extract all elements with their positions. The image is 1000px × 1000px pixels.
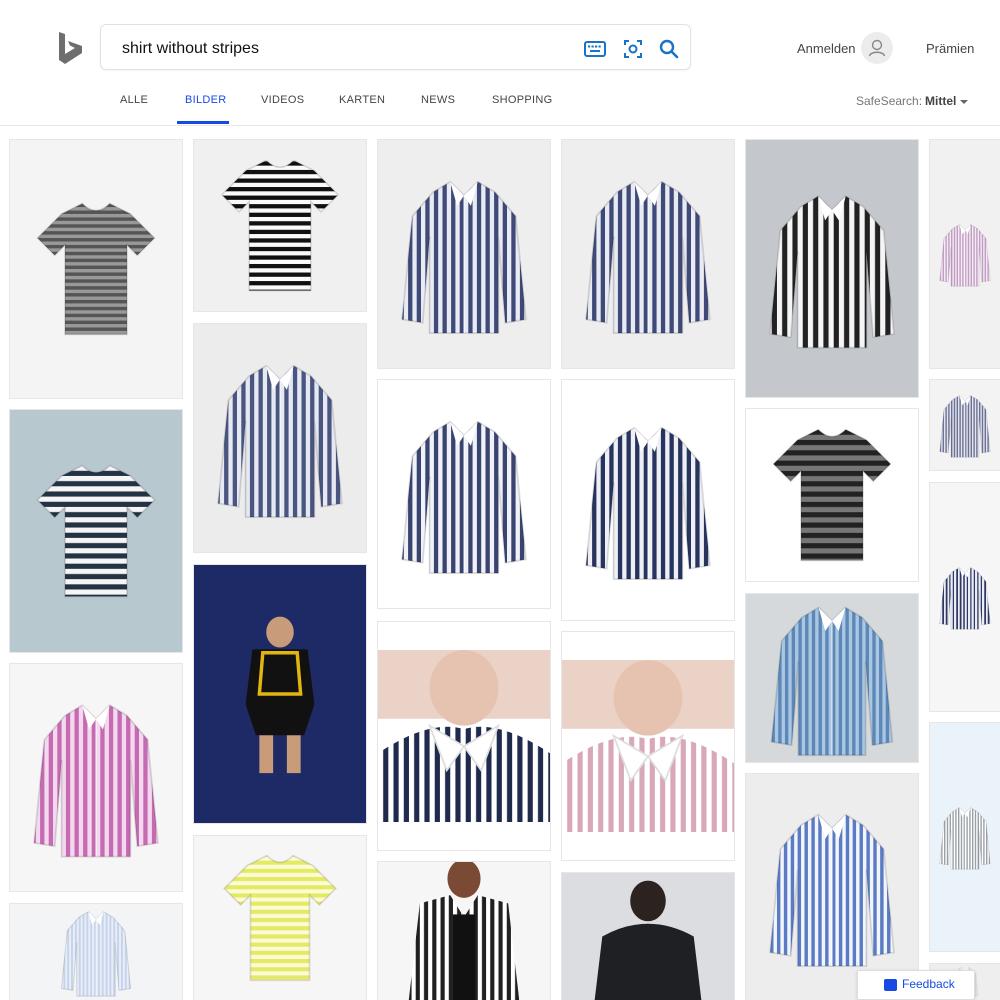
result-thumbnail bbox=[10, 183, 182, 355]
image-result-tile[interactable] bbox=[562, 380, 734, 620]
image-result-tile[interactable] bbox=[194, 140, 366, 311]
image-result-tile[interactable] bbox=[746, 409, 918, 581]
result-thumbnail bbox=[378, 168, 550, 340]
result-thumbnail bbox=[378, 650, 550, 822]
search-input[interactable] bbox=[120, 36, 564, 62]
result-thumbnail bbox=[378, 408, 550, 580]
result-thumbnail bbox=[198, 836, 362, 1000]
visual-search-icon[interactable] bbox=[621, 37, 645, 61]
result-thumbnail bbox=[748, 594, 916, 762]
user-icon bbox=[868, 39, 886, 57]
image-result-tile[interactable] bbox=[930, 723, 1000, 951]
result-thumbnail bbox=[395, 862, 533, 1000]
bing-logo[interactable] bbox=[56, 30, 84, 66]
image-result-tile[interactable] bbox=[562, 873, 734, 1000]
result-thumbnail bbox=[584, 873, 712, 1000]
result-thumbnail bbox=[562, 414, 734, 586]
image-result-tile[interactable] bbox=[378, 380, 550, 608]
result-thumbnail bbox=[562, 660, 734, 832]
tab-karten[interactable]: KARTEN bbox=[339, 94, 385, 124]
image-result-tile[interactable] bbox=[930, 140, 1000, 368]
safesearch-value: Mittel bbox=[925, 94, 957, 108]
signin-link[interactable]: Anmelden bbox=[797, 41, 856, 56]
rewards-link[interactable]: Prämien bbox=[926, 41, 974, 56]
tab-news[interactable]: NEWS bbox=[421, 94, 455, 124]
image-result-tile[interactable] bbox=[194, 565, 366, 823]
chevron-down-icon bbox=[960, 99, 969, 104]
feedback-label: Feedback bbox=[902, 977, 955, 991]
image-result-tile[interactable] bbox=[194, 324, 366, 552]
image-result-tile[interactable] bbox=[746, 140, 918, 397]
safesearch-dropdown[interactable]: SafeSearch: Mittel bbox=[856, 94, 969, 108]
image-result-tile[interactable] bbox=[562, 632, 734, 860]
image-result-tile[interactable] bbox=[378, 862, 550, 1000]
safesearch-label: SafeSearch: bbox=[856, 94, 923, 108]
image-result-tile[interactable] bbox=[10, 140, 182, 398]
search-box bbox=[100, 24, 691, 70]
image-result-tile[interactable] bbox=[194, 836, 366, 1000]
image-result-tile[interactable] bbox=[10, 904, 182, 1000]
result-thumbnail bbox=[746, 801, 918, 973]
feedback-icon bbox=[884, 979, 897, 991]
active-tab-indicator bbox=[177, 121, 229, 124]
avatar[interactable] bbox=[861, 32, 893, 64]
tab-videos[interactable]: VIDEOS bbox=[261, 94, 304, 124]
result-thumbnail bbox=[194, 352, 366, 524]
image-result-tile[interactable] bbox=[378, 622, 550, 850]
result-thumbnail bbox=[930, 562, 1000, 632]
result-thumbnail bbox=[10, 445, 182, 617]
result-thumbnail bbox=[930, 802, 1000, 872]
result-thumbnail bbox=[10, 691, 182, 864]
tab-bilder[interactable]: BILDER bbox=[185, 94, 227, 124]
image-result-tile[interactable] bbox=[930, 483, 1000, 711]
scope-tabs: ALLE BILDER VIDEOS KARTEN NEWS SHOPPING … bbox=[0, 94, 1000, 126]
result-thumbnail bbox=[194, 140, 366, 311]
feedback-button[interactable]: Feedback bbox=[857, 970, 975, 1000]
result-thumbnail bbox=[930, 219, 1000, 289]
image-result-tile[interactable] bbox=[378, 140, 550, 368]
result-thumbnail bbox=[48, 904, 144, 1000]
search-icon[interactable] bbox=[657, 37, 681, 61]
image-result-tile[interactable] bbox=[562, 140, 734, 368]
result-thumbnail bbox=[746, 409, 918, 581]
image-result-tile[interactable] bbox=[930, 380, 1000, 470]
result-thumbnail bbox=[746, 182, 918, 355]
result-thumbnail bbox=[562, 168, 734, 340]
keyboard-icon[interactable] bbox=[583, 37, 607, 61]
tab-shopping[interactable]: SHOPPING bbox=[492, 94, 552, 124]
image-result-tile[interactable] bbox=[746, 774, 918, 1000]
result-thumbnail bbox=[930, 390, 1000, 460]
tab-alle[interactable]: ALLE bbox=[120, 94, 148, 124]
result-thumbnail bbox=[194, 608, 366, 780]
image-result-tile[interactable] bbox=[746, 594, 918, 762]
image-result-tile[interactable] bbox=[10, 410, 182, 652]
image-result-tile[interactable] bbox=[10, 664, 182, 891]
